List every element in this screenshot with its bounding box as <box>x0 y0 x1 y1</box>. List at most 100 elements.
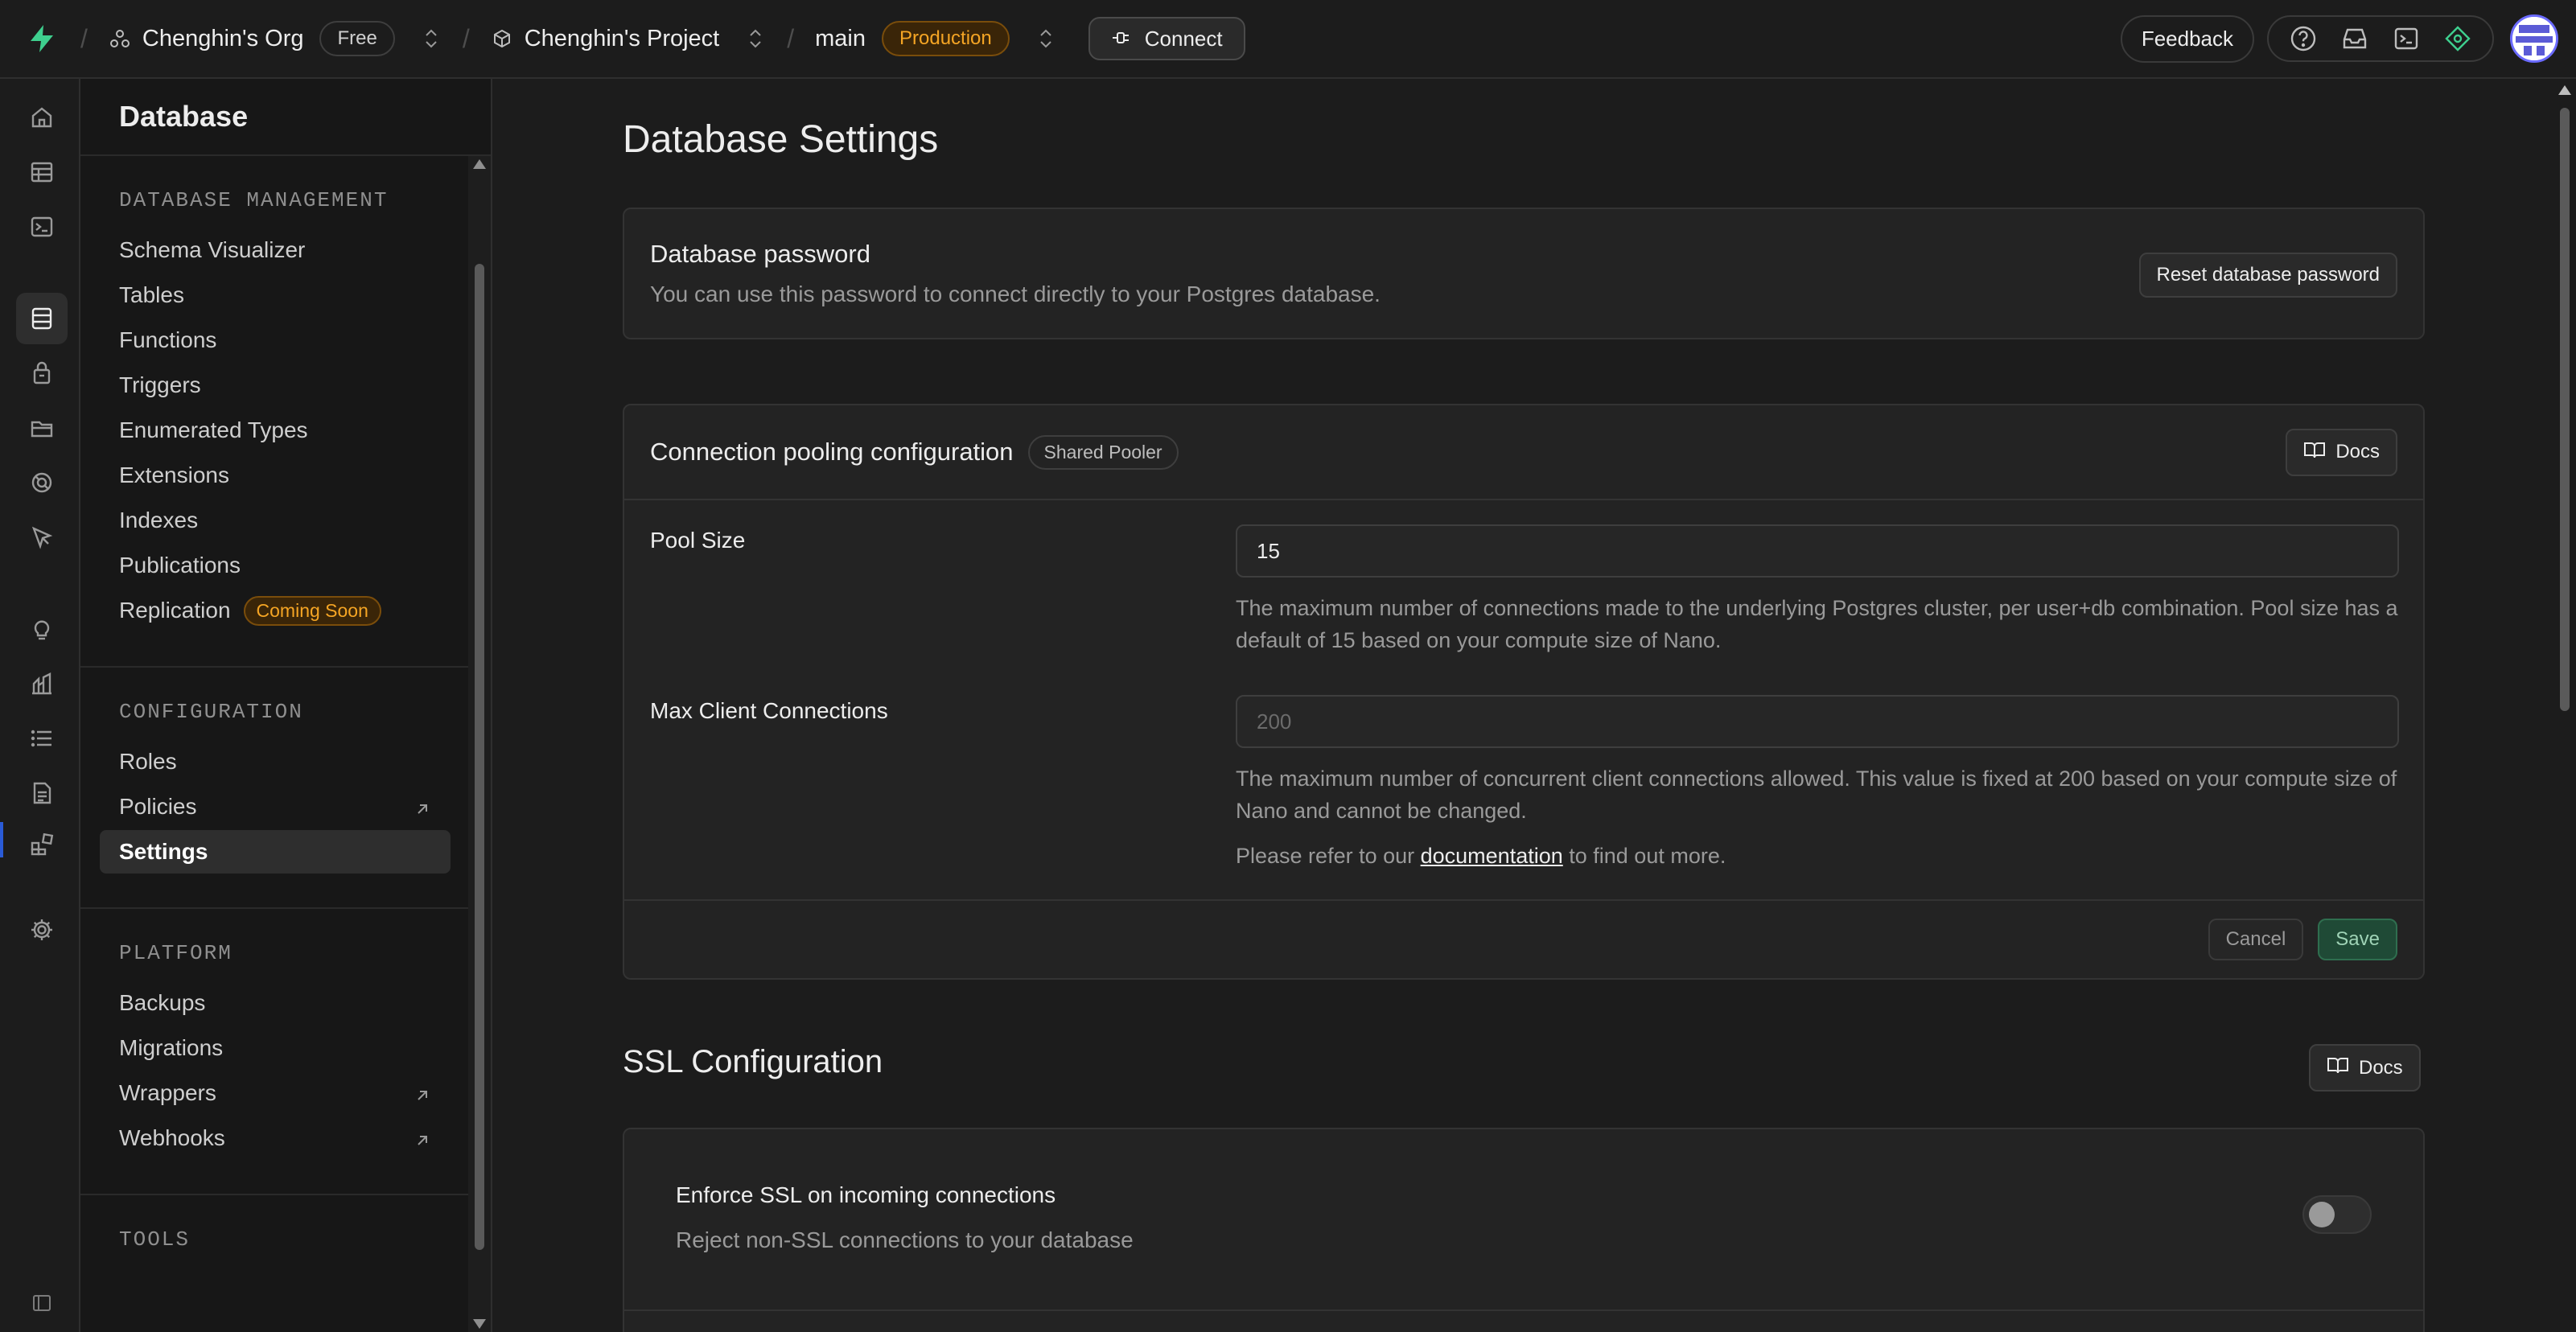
rail-focus-indicator <box>0 822 3 857</box>
storage-icon[interactable] <box>16 402 68 454</box>
branch-env-badge: Production <box>882 21 1010 56</box>
project-selector[interactable]: Chenghin's Project <box>491 26 767 52</box>
org-name: Chenghin's Org <box>142 25 304 51</box>
menu-item-label: Replication <box>119 598 231 623</box>
menu-item-policies[interactable]: Policies <box>100 785 451 828</box>
home-icon[interactable] <box>16 92 68 143</box>
assistant-icon[interactable] <box>2439 20 2476 57</box>
page-scrollbar[interactable] <box>2553 79 2576 1332</box>
card-divider <box>624 1309 2423 1311</box>
docs-label: Docs <box>2335 441 2380 462</box>
menu-heading: TOOLS <box>119 1227 191 1252</box>
edge-functions-icon[interactable] <box>16 512 68 563</box>
branch-switch-chevron-icon[interactable] <box>1039 27 1056 51</box>
breadcrumb: / Chenghin's Org Free / Chenghin's Proje… <box>0 0 1245 77</box>
menu-item-replication[interactable]: Replication Coming Soon <box>100 589 451 632</box>
menu-item-tables[interactable]: Tables <box>100 273 451 317</box>
org-icon <box>109 27 131 50</box>
menu-item-functions[interactable]: Functions <box>100 319 451 362</box>
connect-button[interactable]: Connect <box>1088 17 1245 60</box>
side-menu-title: Database <box>80 79 491 156</box>
database-side-menu: Database DATABASE MANAGEMENT Schema Visu… <box>80 79 492 1332</box>
pooling-card-title: Connection pooling configuration <box>650 438 1014 466</box>
supabase-logo-icon[interactable] <box>24 21 60 56</box>
menu-item-label: Publications <box>119 553 241 578</box>
collapse-icon[interactable] <box>16 1277 68 1329</box>
project-switch-chevron-icon[interactable] <box>748 27 766 51</box>
scroll-up-arrow-icon[interactable] <box>2558 85 2571 95</box>
external-link-icon <box>414 1084 431 1102</box>
top-bar-actions: Feedback <box>2120 14 2576 63</box>
database-icon[interactable] <box>16 293 68 344</box>
sql-editor-icon[interactable] <box>16 201 68 253</box>
ssl-section-title: SSL Configuration <box>623 1044 883 1079</box>
menu-item-label: Indexes <box>119 508 199 532</box>
menu-item-triggers[interactable]: Triggers <box>100 364 451 407</box>
save-button[interactable]: Save <box>2318 919 2397 960</box>
docs-label: Docs <box>2359 1056 2403 1079</box>
logs-icon[interactable] <box>16 713 68 764</box>
ssl-docs-button[interactable]: Docs <box>2309 1044 2421 1092</box>
menu-section-tools: TOOLS <box>80 1195 470 1300</box>
documentation-link[interactable]: documentation <box>1421 844 1563 868</box>
scroll-down-arrow-icon[interactable] <box>473 1319 486 1329</box>
settings-icon[interactable] <box>16 904 68 956</box>
project-cube-icon <box>491 27 513 50</box>
pooling-card-footer: Cancel Save <box>624 899 2423 978</box>
branch-selector[interactable]: main Production <box>815 21 1056 56</box>
menu-item-enumerated-types[interactable]: Enumerated Types <box>100 409 451 452</box>
book-icon <box>2303 440 2326 465</box>
max-client-help: The maximum number of concurrent client … <box>1236 767 2397 823</box>
enforce-ssl-toggle[interactable] <box>2302 1195 2372 1234</box>
feedback-button[interactable]: Feedback <box>2120 14 2254 63</box>
menu-item-extensions[interactable]: Extensions <box>100 454 451 497</box>
org-selector[interactable]: Chenghin's Org Free <box>109 21 442 56</box>
menu-item-migrations[interactable]: Migrations <box>100 1026 451 1070</box>
menu-item-label: Extensions <box>119 462 229 487</box>
table-editor-icon[interactable] <box>16 146 68 198</box>
org-switch-chevron-icon[interactable] <box>424 27 442 51</box>
menu-item-label: Roles <box>119 749 177 774</box>
menu-item-label: Wrappers <box>119 1080 216 1105</box>
avatar[interactable] <box>2510 14 2558 63</box>
integrations-icon[interactable] <box>16 819 68 870</box>
breadcrumb-separator: / <box>462 23 470 53</box>
branch-name: main <box>815 25 866 51</box>
menu-item-roles[interactable]: Roles <box>100 740 451 783</box>
book-icon <box>2327 1055 2349 1080</box>
realtime-icon[interactable] <box>16 457 68 508</box>
app-root: / Chenghin's Org Free / Chenghin's Proje… <box>0 0 2576 1332</box>
plug-icon <box>1111 27 1134 51</box>
menu-section-platform: PLATFORM Backups Migrations Wrappers Web… <box>80 909 470 1195</box>
menu-item-label: Enumerated Types <box>119 417 308 442</box>
enforce-ssl-description: Reject non-SSL connections to your datab… <box>676 1227 1134 1252</box>
menu-item-indexes[interactable]: Indexes <box>100 499 451 542</box>
menu-item-backups[interactable]: Backups <box>100 981 451 1025</box>
menu-item-schema-visualizer[interactable]: Schema Visualizer <box>100 228 451 272</box>
menu-item-wrappers[interactable]: Wrappers <box>100 1071 451 1115</box>
advisors-icon[interactable] <box>16 603 68 655</box>
pooling-docs-button[interactable]: Docs <box>2286 428 2397 476</box>
menu-item-settings[interactable]: Settings <box>100 830 451 874</box>
menu-item-publications[interactable]: Publications <box>100 544 451 587</box>
scrollbar-thumb[interactable] <box>2560 108 2570 711</box>
api-docs-icon[interactable] <box>16 767 68 819</box>
menu-item-webhooks[interactable]: Webhooks <box>100 1116 451 1160</box>
scroll-up-arrow-icon[interactable] <box>473 159 486 169</box>
terminal-icon[interactable] <box>2388 20 2425 57</box>
refer-suffix: to find out more. <box>1562 844 1726 868</box>
scrollbar-thumb[interactable] <box>475 264 484 1250</box>
password-card-title: Database password <box>650 240 870 268</box>
help-icon[interactable] <box>2285 20 2322 57</box>
cancel-button[interactable]: Cancel <box>2208 919 2304 960</box>
password-card-description: You can use this password to connect dir… <box>650 282 1381 306</box>
org-plan-badge: Free <box>319 21 395 56</box>
menu-heading: DATABASE MANAGEMENT <box>119 188 389 212</box>
pool-size-input[interactable]: 15 <box>1236 524 2399 578</box>
inbox-icon[interactable] <box>2336 20 2373 57</box>
reports-icon[interactable] <box>16 658 68 709</box>
pooling-card-header: Connection pooling configuration Shared … <box>624 405 2423 500</box>
auth-icon[interactable] <box>16 347 68 399</box>
side-menu-scrollbar[interactable] <box>468 156 491 1332</box>
reset-password-button[interactable]: Reset database password <box>2138 253 2397 298</box>
